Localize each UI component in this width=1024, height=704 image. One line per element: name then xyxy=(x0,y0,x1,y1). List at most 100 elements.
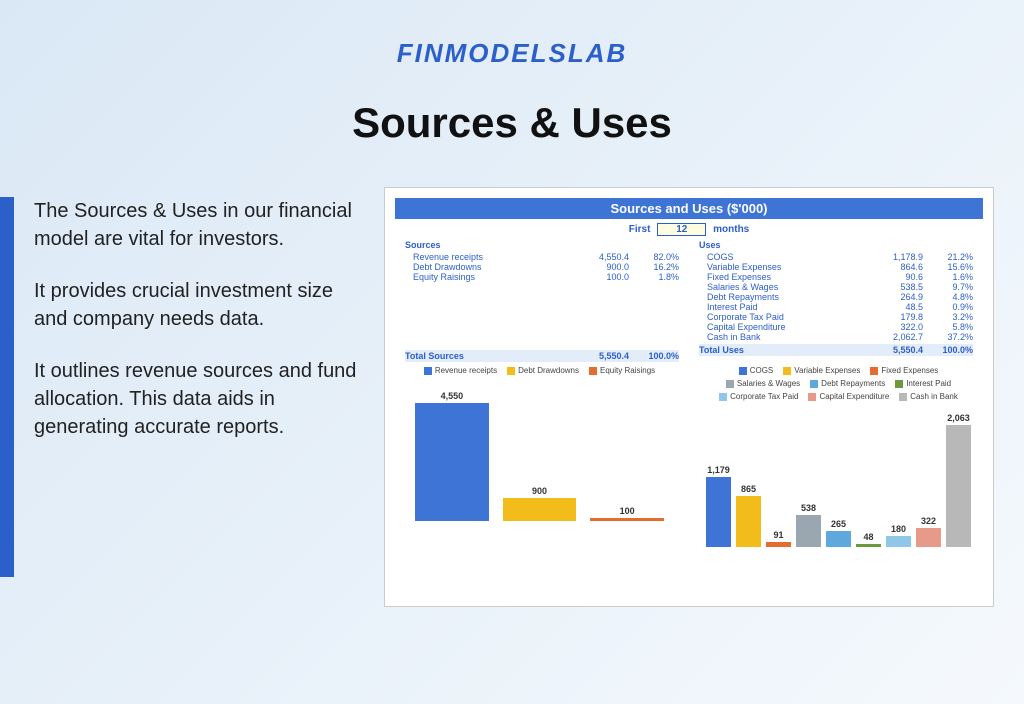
brand-logo: FINMODELSLAB xyxy=(0,0,1024,69)
accent-bar xyxy=(0,197,14,577)
legend-item: Equity Raisings xyxy=(589,366,655,375)
bar-value-label: 180 xyxy=(891,524,906,534)
total-pct: 100.0% xyxy=(629,351,679,361)
uses-legend: COGSVariable ExpensesFixed ExpensesSalar… xyxy=(704,366,973,401)
cell-value: 264.9 xyxy=(863,292,923,302)
total-value: 5,550.4 xyxy=(863,345,923,355)
table-row: Corporate Tax Paid179.83.2% xyxy=(699,312,973,322)
bar: 48 xyxy=(856,532,881,547)
cell-value: 179.8 xyxy=(863,312,923,322)
legend-item: Interest Paid xyxy=(895,379,951,388)
bar: 2,063 xyxy=(946,413,971,547)
cell-pct: 5.8% xyxy=(923,322,973,332)
legend-item: Revenue receipts xyxy=(424,366,497,375)
cell-pct: 82.0% xyxy=(629,252,679,262)
cell-value: 538.5 xyxy=(863,282,923,292)
total-uses-row: Total Uses5,550.4100.0% xyxy=(699,344,973,356)
bar: 900 xyxy=(503,486,577,521)
uses-bars: 1,179 865 91 538 265 48 180 322 2,063 xyxy=(704,407,973,547)
tables-row: Sources Revenue receipts4,550.482.0% Deb… xyxy=(395,240,983,362)
bar-value-label: 865 xyxy=(741,484,756,494)
table-row: Debt Drawdowns900.016.2% xyxy=(405,262,679,272)
charts-row: Revenue receipts Debt Drawdowns Equity Rai… xyxy=(395,364,983,554)
cell-pct: 37.2% xyxy=(923,332,973,342)
cell-label: Fixed Expenses xyxy=(707,272,863,282)
cell-label: Equity Raisings xyxy=(413,272,569,282)
cell-pct: 0.9% xyxy=(923,302,973,312)
table-row: Interest Paid48.50.9% xyxy=(699,302,973,312)
sources-uses-panel: Sources and Uses ($'000) First 12 months… xyxy=(384,187,994,607)
total-pct: 100.0% xyxy=(923,345,973,355)
cell-value: 322.0 xyxy=(863,322,923,332)
paragraph-2: It provides crucial investment size and … xyxy=(34,277,364,333)
sources-legend: Revenue receipts Debt Drawdowns Equity Rai… xyxy=(405,366,674,375)
cell-pct: 16.2% xyxy=(629,262,679,272)
uses-heading: Uses xyxy=(699,240,973,250)
cell-label: Debt Drawdowns xyxy=(413,262,569,272)
cell-value: 1,178.9 xyxy=(863,252,923,262)
legend-item: Fixed Expenses xyxy=(870,366,938,375)
bar-value-label: 1,179 xyxy=(707,465,730,475)
paragraph-3: It outlines revenue sources and fund all… xyxy=(34,357,364,441)
table-row: Salaries & Wages538.59.7% xyxy=(699,282,973,292)
legend-item: Debt Drawdowns xyxy=(507,366,579,375)
legend-item: Corporate Tax Paid xyxy=(719,392,798,401)
cell-value: 864.6 xyxy=(863,262,923,272)
cell-value: 2,062.7 xyxy=(863,332,923,342)
period-value[interactable]: 12 xyxy=(657,223,706,236)
legend-item: Variable Expenses xyxy=(783,366,860,375)
cell-value: 900.0 xyxy=(569,262,629,272)
sources-heading: Sources xyxy=(405,240,679,250)
panel-header: Sources and Uses ($'000) xyxy=(395,198,983,219)
bar-value-label: 900 xyxy=(532,486,547,496)
bar-value-label: 2,063 xyxy=(947,413,970,423)
page-title: Sources & Uses xyxy=(0,99,1024,147)
cell-label: Cash in Bank xyxy=(707,332,863,342)
legend-item: Debt Repayments xyxy=(810,379,885,388)
uses-chart: COGSVariable ExpensesFixed ExpensesSalar… xyxy=(694,364,983,554)
uses-table: Uses COGS1,178.921.2% Variable Expenses8… xyxy=(699,240,973,362)
legend-item: Capital Expenditure xyxy=(808,392,889,401)
period-row: First 12 months xyxy=(395,219,983,240)
total-label: Total Sources xyxy=(405,351,569,361)
cell-value: 48.5 xyxy=(863,302,923,312)
table-row: Capital Expenditure322.05.8% xyxy=(699,322,973,332)
bar: 180 xyxy=(886,524,911,547)
cell-label: Salaries & Wages xyxy=(707,282,863,292)
cell-pct: 1.6% xyxy=(923,272,973,282)
period-prefix: First xyxy=(629,224,651,235)
bar: 322 xyxy=(916,516,941,547)
table-row: Variable Expenses864.615.6% xyxy=(699,262,973,272)
bar-value-label: 538 xyxy=(801,503,816,513)
bar-value-label: 322 xyxy=(921,516,936,526)
table-row: Debt Repayments264.94.8% xyxy=(699,292,973,302)
cell-value: 4,550.4 xyxy=(569,252,629,262)
cell-pct: 9.7% xyxy=(923,282,973,292)
bar: 265 xyxy=(826,519,851,547)
total-label: Total Uses xyxy=(699,345,863,355)
cell-label: Corporate Tax Paid xyxy=(707,312,863,322)
period-suffix: months xyxy=(713,224,749,235)
table-row: Cash in Bank2,062.737.2% xyxy=(699,332,973,342)
cell-label: Variable Expenses xyxy=(707,262,863,272)
cell-pct: 4.8% xyxy=(923,292,973,302)
cell-pct: 3.2% xyxy=(923,312,973,322)
description-column: The Sources & Uses in our financial mode… xyxy=(34,187,364,607)
cell-label: Revenue receipts xyxy=(413,252,569,262)
table-row: Equity Raisings100.01.8% xyxy=(405,272,679,282)
bar-value-label: 4,550 xyxy=(441,391,464,401)
legend-item: Salaries & Wages xyxy=(726,379,800,388)
bar: 1,179 xyxy=(706,465,731,547)
table-row: Fixed Expenses90.61.6% xyxy=(699,272,973,282)
bar: 538 xyxy=(796,503,821,547)
sources-table: Sources Revenue receipts4,550.482.0% Deb… xyxy=(405,240,679,362)
cell-value: 100.0 xyxy=(569,272,629,282)
bar-value-label: 265 xyxy=(831,519,846,529)
bar-value-label: 91 xyxy=(773,530,783,540)
total-sources-row: Total Sources5,550.4100.0% xyxy=(405,350,679,362)
total-value: 5,550.4 xyxy=(569,351,629,361)
cell-label: COGS xyxy=(707,252,863,262)
bar: 100 xyxy=(590,506,664,521)
bar: 4,550 xyxy=(415,391,489,521)
bar-value-label: 48 xyxy=(863,532,873,542)
